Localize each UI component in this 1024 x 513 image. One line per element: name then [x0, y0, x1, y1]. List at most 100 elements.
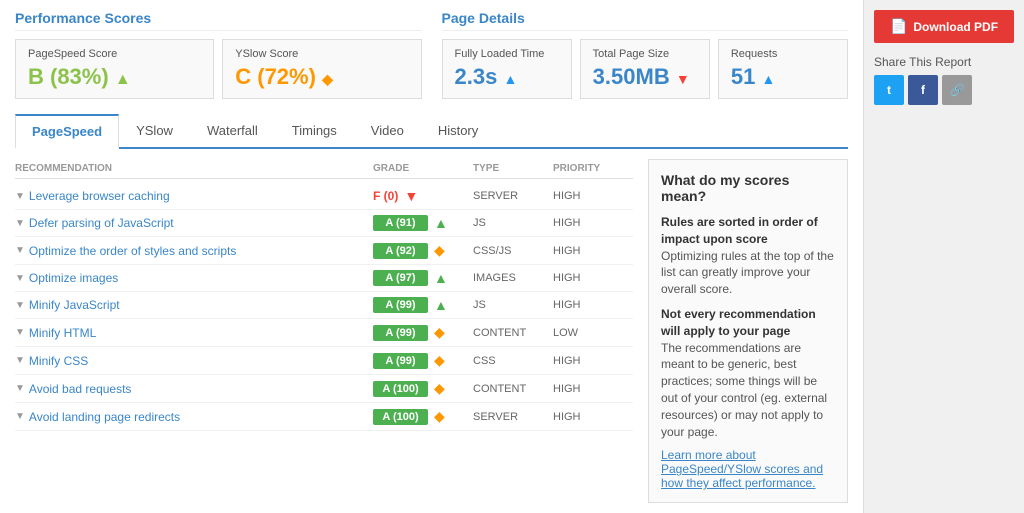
type-cell-4: JS: [473, 299, 553, 311]
share-label: Share This Report: [874, 55, 1014, 69]
tab-timings[interactable]: Timings: [275, 114, 354, 147]
rec-name-2[interactable]: ▼ Optimize the order of styles and scrip…: [15, 244, 373, 258]
rec-name-0[interactable]: ▼ Leverage browser caching: [15, 189, 373, 203]
table-row: ▼ Minify CSS A (99) ◆ CSS HIGH: [15, 347, 633, 375]
priority-cell-4: HIGH: [553, 299, 633, 311]
type-cell-8: SERVER: [473, 411, 553, 423]
share-buttons: t f 🔗: [874, 75, 1014, 105]
fully-loaded-value: 2.3s ▲: [455, 64, 559, 90]
right-sidebar: 📄 Download PDF Share This Report t f 🔗: [864, 0, 1024, 513]
type-cell-5: CONTENT: [473, 327, 553, 339]
status-icon-4: ▲: [434, 297, 448, 313]
tab-pagespeed[interactable]: PageSpeed: [15, 114, 119, 149]
grade-cell-4: A (99) ▲: [373, 297, 473, 313]
yslow-score-label: YSlow Score: [235, 48, 408, 60]
toggle-icon-0[interactable]: ▼: [15, 191, 25, 202]
col-priority: PRIORITY: [553, 163, 633, 174]
table-row: ▼ Defer parsing of JavaScript A (91) ▲ J…: [15, 210, 633, 237]
page-details-title: Page Details: [442, 10, 849, 31]
type-cell-6: CSS: [473, 355, 553, 367]
twitter-share-button[interactable]: t: [874, 75, 904, 105]
priority-cell-6: HIGH: [553, 355, 633, 367]
pagespeed-score-label: PageSpeed Score: [28, 48, 201, 60]
requests-value: 51 ▲: [731, 64, 835, 90]
table-row: ▼ Avoid landing page redirects A (100) ◆…: [15, 403, 633, 431]
type-cell-7: CONTENT: [473, 383, 553, 395]
recommendations-table: RECOMMENDATION GRADE TYPE PRIORITY ▼ Lev…: [15, 159, 633, 503]
tab-video[interactable]: Video: [354, 114, 421, 147]
requests-card: Requests 51 ▲: [718, 39, 848, 99]
rec-name-4[interactable]: ▼ Minify JavaScript: [15, 298, 373, 312]
link-share-button[interactable]: 🔗: [942, 75, 972, 105]
rec-name-7[interactable]: ▼ Avoid bad requests: [15, 382, 373, 396]
rec-name-1[interactable]: ▼ Defer parsing of JavaScript: [15, 216, 373, 230]
rec-name-5[interactable]: ▼ Minify HTML: [15, 326, 373, 340]
table-row: ▼ Minify JavaScript A (99) ▲ JS HIGH: [15, 292, 633, 319]
toggle-icon-5[interactable]: ▼: [15, 327, 25, 338]
requests-arrow: ▲: [761, 71, 775, 87]
toggle-icon-8[interactable]: ▼: [15, 411, 25, 422]
total-size-arrow: ▼: [676, 71, 690, 87]
total-size-value: 3.50MB ▼: [593, 64, 697, 90]
tab-yslow[interactable]: YSlow: [119, 114, 190, 147]
table-row: ▼ Leverage browser caching F (0) ▼ SERVE…: [15, 183, 633, 210]
status-icon-1: ▲: [434, 215, 448, 231]
info-panel-para2: Not every recommendation will apply to y…: [661, 306, 835, 440]
status-icon-2: ◆: [434, 242, 445, 259]
grade-cell-1: A (91) ▲: [373, 215, 473, 231]
type-cell-3: IMAGES: [473, 272, 553, 284]
priority-cell-0: HIGH: [553, 190, 633, 202]
requests-label: Requests: [731, 48, 835, 60]
table-row: ▼ Optimize images A (97) ▲ IMAGES HIGH: [15, 265, 633, 292]
fully-loaded-card: Fully Loaded Time 2.3s ▲: [442, 39, 572, 99]
grade-cell-7: A (100) ◆: [373, 380, 473, 397]
table-row: ▼ Optimize the order of styles and scrip…: [15, 237, 633, 265]
priority-cell-8: HIGH: [553, 411, 633, 423]
yslow-score-value: C (72%) ◆: [235, 64, 408, 90]
tab-history[interactable]: History: [421, 114, 495, 147]
fully-loaded-label: Fully Loaded Time: [455, 48, 559, 60]
yslow-arrow: ◆: [322, 71, 333, 87]
type-cell-0: SERVER: [473, 190, 553, 202]
info-panel-title: What do my scores mean?: [661, 172, 835, 204]
facebook-icon: f: [921, 83, 925, 97]
download-pdf-button[interactable]: 📄 Download PDF: [874, 10, 1014, 43]
grade-cell-2: A (92) ◆: [373, 242, 473, 259]
col-recommendation: RECOMMENDATION: [15, 163, 373, 174]
toggle-icon-4[interactable]: ▼: [15, 300, 25, 311]
toggle-icon-7[interactable]: ▼: [15, 383, 25, 394]
col-grade: GRADE: [373, 163, 473, 174]
facebook-share-button[interactable]: f: [908, 75, 938, 105]
table-row: ▼ Avoid bad requests A (100) ◆ CONTENT H…: [15, 375, 633, 403]
type-cell-2: CSS/JS: [473, 245, 553, 257]
priority-cell-7: HIGH: [553, 383, 633, 395]
status-icon-6: ◆: [434, 352, 445, 369]
status-icon-7: ◆: [434, 380, 445, 397]
grade-cell-8: A (100) ◆: [373, 408, 473, 425]
table-row: ▼ Minify HTML A (99) ◆ CONTENT LOW: [15, 319, 633, 347]
col-type: TYPE: [473, 163, 553, 174]
total-size-label: Total Page Size: [593, 48, 697, 60]
info-panel: What do my scores mean? Rules are sorted…: [648, 159, 848, 503]
pagespeed-score-value: B (83%) ▲: [28, 64, 201, 90]
yslow-score-card: YSlow Score C (72%) ◆: [222, 39, 421, 99]
toggle-icon-6[interactable]: ▼: [15, 355, 25, 366]
status-icon-5: ◆: [434, 324, 445, 341]
pdf-icon: 📄: [890, 18, 907, 35]
performance-scores-title: Performance Scores: [15, 10, 422, 31]
tab-waterfall[interactable]: Waterfall: [190, 114, 275, 147]
toggle-icon-3[interactable]: ▼: [15, 273, 25, 284]
rec-name-3[interactable]: ▼ Optimize images: [15, 271, 373, 285]
grade-cell-0: F (0) ▼: [373, 188, 473, 204]
toggle-icon-1[interactable]: ▼: [15, 218, 25, 229]
tab-bar: PageSpeed YSlow Waterfall Timings Video …: [15, 114, 848, 149]
pagespeed-score-card: PageSpeed Score B (83%) ▲: [15, 39, 214, 99]
pagespeed-arrow: ▲: [115, 71, 131, 88]
grade-cell-6: A (99) ◆: [373, 352, 473, 369]
status-icon-8: ◆: [434, 408, 445, 425]
status-icon-0: ▼: [404, 188, 418, 204]
toggle-icon-2[interactable]: ▼: [15, 245, 25, 256]
rec-name-8[interactable]: ▼ Avoid landing page redirects: [15, 410, 373, 424]
info-panel-link[interactable]: Learn more about PageSpeed/YSlow scores …: [661, 448, 823, 490]
rec-name-6[interactable]: ▼ Minify CSS: [15, 354, 373, 368]
